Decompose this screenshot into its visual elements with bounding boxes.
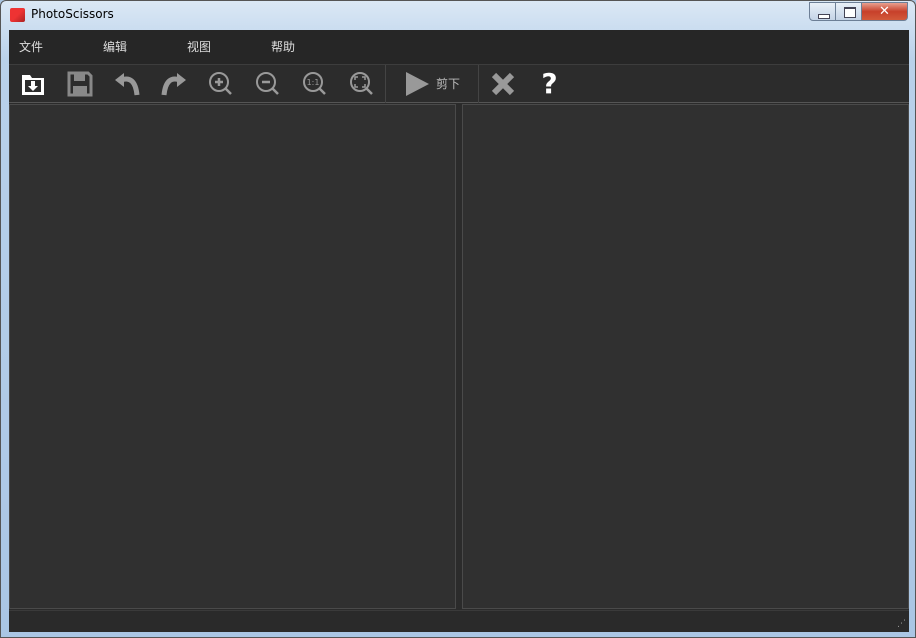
zoom-in-icon	[208, 71, 232, 95]
help-icon: ?	[541, 67, 558, 100]
result-image-panel[interactable]	[462, 104, 909, 609]
maximize-button[interactable]	[835, 2, 862, 21]
actual-size-icon: 1:1	[302, 71, 326, 95]
redo-icon	[161, 72, 186, 95]
menu-help[interactable]: 帮助	[261, 30, 345, 64]
fit-to-window-icon	[349, 71, 373, 95]
fit-button[interactable]	[338, 65, 385, 103]
svg-text:1:1: 1:1	[306, 78, 319, 87]
redo-button[interactable]	[150, 65, 197, 103]
zoom-out-icon	[255, 71, 279, 95]
status-bar: ⋰	[9, 610, 909, 632]
close-window-button[interactable]: ✕	[861, 2, 908, 21]
cut-label: 剪下	[435, 77, 460, 91]
zoom-in-button[interactable]	[197, 65, 244, 103]
open-folder-icon	[21, 74, 44, 95]
menu-bar: 文件 编辑 视图 帮助	[9, 30, 909, 65]
close-icon	[491, 72, 514, 95]
app-window: PhotoScissors ✕ 文件 编辑 视图 帮助 1:1 剪下 ? ⋰	[0, 0, 916, 638]
menu-view[interactable]: 视图	[177, 30, 261, 64]
actual-size-button[interactable]: 1:1	[291, 65, 338, 103]
source-image-panel[interactable]	[9, 104, 456, 609]
cut-button[interactable]: 剪下	[386, 65, 478, 103]
open-button[interactable]	[9, 65, 56, 103]
window-title: PhotoScissors	[31, 7, 114, 21]
resize-grip-icon[interactable]: ⋰	[897, 619, 906, 629]
app-icon	[10, 8, 25, 22]
clear-button[interactable]	[479, 65, 526, 103]
minimize-button[interactable]	[809, 2, 836, 21]
play-icon	[405, 71, 429, 96]
client-area: 文件 编辑 视图 帮助 1:1 剪下 ? ⋰	[9, 30, 909, 632]
menu-edit[interactable]: 编辑	[93, 30, 177, 64]
zoom-out-button[interactable]	[244, 65, 291, 103]
undo-icon	[114, 72, 139, 95]
help-button[interactable]: ?	[526, 65, 573, 103]
save-icon	[67, 71, 92, 96]
panels	[9, 104, 909, 609]
undo-button[interactable]	[103, 65, 150, 103]
save-button[interactable]	[56, 65, 103, 103]
title-bar: PhotoScissors ✕	[1, 1, 916, 29]
toolbar: 1:1 剪下 ?	[9, 64, 909, 103]
menu-file[interactable]: 文件	[9, 30, 93, 64]
